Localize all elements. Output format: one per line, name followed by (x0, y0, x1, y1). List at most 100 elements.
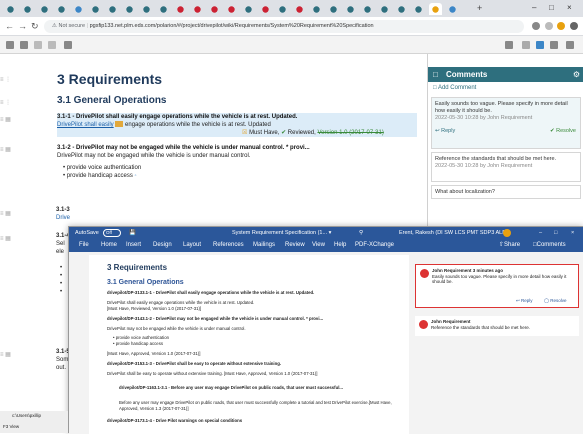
tab-pdf-xchange[interactable]: PDF-XChange (355, 239, 394, 252)
close-button[interactable]: × (571, 227, 574, 239)
tab-review[interactable]: Review (285, 239, 305, 252)
row-gutter-icon[interactable]: ≡ ▦ (0, 146, 16, 155)
browser-tab[interactable] (191, 3, 204, 15)
browser-tab[interactable] (310, 3, 323, 15)
maximize-button[interactable]: □ (549, 3, 554, 12)
comment-date: 2022-05-30 10:28 by John Requirement (435, 115, 533, 121)
autosave-toggle[interactable]: Off (103, 229, 121, 237)
star-icon[interactable] (545, 22, 553, 30)
share-icon[interactable] (532, 22, 540, 30)
resolve-button[interactable]: ✔ Resolve (550, 128, 576, 135)
extension-icon[interactable] (557, 22, 565, 30)
share-button[interactable]: ⇧ Share (499, 239, 520, 252)
bullet-item: provide handicap access (66, 173, 133, 179)
browser-tab[interactable] (395, 3, 408, 15)
browser-tab[interactable] (106, 3, 119, 15)
tab-file[interactable]: File (79, 239, 89, 252)
tab-design[interactable]: Design (153, 239, 172, 252)
requirement-3-1-1[interactable]: 3.1-1 - DrivePilot shall easily engage o… (57, 113, 417, 137)
row-gutter-icon[interactable]: ≡ ▦ (0, 351, 16, 360)
add-comment-button[interactable]: □ Add Comment (433, 85, 476, 91)
word-comment-card[interactable]: John Requirement Reference the standards… (415, 316, 579, 336)
save-icon[interactable] (6, 41, 14, 49)
back-icon[interactable]: ← (5, 21, 14, 31)
layout-icon[interactable] (505, 41, 513, 49)
browser-tab[interactable] (259, 3, 272, 15)
word-line: DrivePilot shall be easy to operate with… (107, 371, 318, 376)
comment-card[interactable]: Easily sounds too vague. Please specify … (431, 97, 581, 149)
maximize-button[interactable]: □ (554, 227, 557, 239)
browser-tab[interactable] (327, 3, 340, 15)
comment-marker-icon[interactable] (115, 121, 124, 128)
comment-card[interactable]: What about localization? (431, 185, 581, 199)
redo-icon[interactable] (48, 41, 56, 49)
tab-mailings[interactable]: Mailings (253, 239, 275, 252)
requirement-link[interactable]: DrivePilot shall easily (57, 122, 114, 128)
outline-icon[interactable] (536, 41, 544, 49)
reply-button[interactable]: ↩ Reply (516, 298, 533, 304)
settings-icon[interactable] (20, 41, 28, 49)
row-gutter-icon[interactable]: ≡ ▦ (0, 210, 16, 219)
browser-tab[interactable] (72, 3, 85, 15)
browser-tab[interactable] (412, 3, 425, 15)
undo-icon[interactable] (34, 41, 42, 49)
more-icon[interactable] (566, 41, 574, 49)
word-comment-card[interactable]: John Requirement 3 minutes ago Easily so… (415, 264, 579, 308)
reply-button[interactable]: ↩ Reply (435, 128, 455, 134)
comments-button[interactable]: □ Comments (533, 239, 566, 252)
comment-toolbar-icon[interactable] (64, 41, 72, 49)
browser-tab[interactable] (4, 3, 17, 15)
browser-tab[interactable] (276, 3, 289, 15)
path-label: c:\Users\pxillip (12, 413, 42, 418)
browser-tab[interactable] (157, 3, 170, 15)
browser-tab[interactable] (123, 3, 136, 15)
version-link[interactable]: Version 1.0 (2017-07-31) (317, 130, 383, 136)
word-bullet: • provide handicap access (113, 341, 163, 346)
browser-tab[interactable] (140, 3, 153, 15)
url-input[interactable]: ⚠ Not secure | pgsfip133.net.plm.eds.com… (44, 20, 524, 33)
tab-insert[interactable]: Insert (126, 239, 141, 252)
tab-view[interactable]: View (312, 239, 325, 252)
close-window-button[interactable]: × (567, 3, 572, 12)
browser-tab[interactable] (429, 3, 442, 15)
history-icon[interactable] (522, 41, 530, 49)
tab-references[interactable]: References (213, 239, 244, 252)
settings-icon[interactable]: ⚙ (573, 67, 580, 82)
row-gutter-icon[interactable]: ≡ ⋮ (0, 76, 16, 85)
tab-favicon-icon (75, 6, 82, 13)
browser-tab[interactable] (55, 3, 68, 15)
browser-tab[interactable] (242, 3, 255, 15)
avatar[interactable] (503, 229, 511, 237)
new-tab-button[interactable]: + (477, 3, 482, 13)
tab-help[interactable]: Help (334, 239, 346, 252)
row-gutter-icon[interactable]: ≡ ▦ (0, 116, 16, 125)
menu-icon[interactable] (570, 22, 578, 30)
comment-card[interactable]: Reference the standards that should be m… (431, 152, 581, 182)
tab-layout[interactable]: Layout (183, 239, 201, 252)
browser-tab[interactable] (344, 3, 357, 15)
tab-home[interactable]: Home (101, 239, 117, 252)
document-title[interactable]: System Requirement Specification (1... ▾ (232, 227, 331, 239)
requirement-3-1-2[interactable]: 3.1-2 - DrivePilot may not be engaged wh… (57, 144, 417, 180)
list-icon[interactable] (550, 41, 558, 49)
browser-tab[interactable] (293, 3, 306, 15)
minimize-button[interactable]: – (539, 227, 542, 239)
minimize-button[interactable]: – (532, 3, 536, 12)
forward-icon[interactable]: → (18, 21, 27, 31)
resolve-button[interactable]: ◯ Resolve (544, 298, 567, 304)
browser-tab[interactable] (21, 3, 34, 15)
row-gutter-icon[interactable]: ≡ ▦ (0, 235, 16, 244)
reload-icon[interactable]: ↻ (31, 21, 39, 32)
browser-tab[interactable] (89, 3, 102, 15)
browser-tab[interactable] (446, 3, 459, 15)
browser-tab[interactable] (208, 3, 221, 15)
row-gutter-icon[interactable]: ≡ ⋮ (0, 99, 16, 108)
browser-tab[interactable] (361, 3, 374, 15)
browser-tab[interactable] (225, 3, 238, 15)
comment-marker-icon[interactable]: ◦ (135, 173, 137, 179)
browser-tab[interactable] (378, 3, 391, 15)
browser-tab[interactable] (174, 3, 187, 15)
search-icon[interactable]: ⚲ (359, 227, 363, 239)
browser-tab[interactable] (38, 3, 51, 15)
save-icon[interactable]: 💾 (129, 227, 136, 239)
